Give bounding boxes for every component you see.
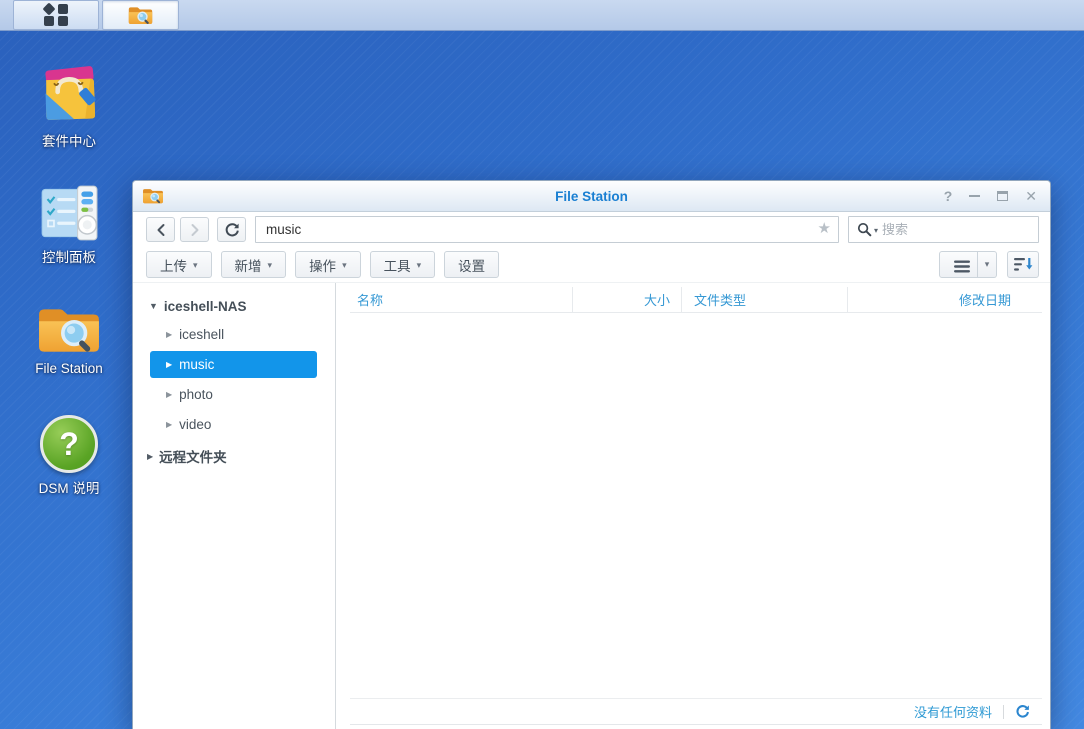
column-header-modified[interactable]: 修改日期 xyxy=(848,287,1042,312)
desktop-icon-label: 控制面板 xyxy=(19,246,119,266)
tree-item-music[interactable]: ▶ music xyxy=(150,351,317,378)
search-options-caret-icon[interactable]: ▾ xyxy=(874,226,878,235)
file-list-body xyxy=(350,313,1042,698)
desktop-icon-package-center[interactable]: 套件中心 xyxy=(19,60,119,150)
chevron-right-icon xyxy=(190,223,200,237)
file-station-icon xyxy=(127,5,154,26)
tree-item-video[interactable]: ▶ video xyxy=(150,411,317,438)
bookmark-star-icon[interactable]: ★ xyxy=(818,220,831,238)
view-mode-caret-button[interactable]: ▾ xyxy=(978,251,997,278)
refresh-icon xyxy=(1015,704,1030,719)
tree-item-remote-folders[interactable]: ▶ 远程文件夹 xyxy=(133,441,335,471)
bottom-padding xyxy=(350,725,1042,729)
column-header-type[interactable]: 文件类型 xyxy=(682,287,848,312)
navigation-bar: ★ ▾ xyxy=(133,212,1050,247)
upload-button[interactable]: 上传 ▾ xyxy=(146,251,212,278)
desktop-icon-label: 套件中心 xyxy=(19,130,119,150)
file-station-window: File Station ? ✕ xyxy=(132,180,1051,729)
tree-item-photo[interactable]: ▶ photo xyxy=(150,381,317,408)
tree-collapsed-icon[interactable]: ▶ xyxy=(147,452,153,461)
help-button[interactable]: ? xyxy=(944,188,953,204)
back-button[interactable] xyxy=(146,217,175,242)
list-view-button[interactable] xyxy=(939,251,978,278)
caret-down-icon: ▾ xyxy=(268,260,273,271)
refresh-icon xyxy=(224,222,240,238)
control-panel-icon xyxy=(19,176,119,242)
dsm-help-icon: ? xyxy=(19,407,119,473)
tree-item-iceshell[interactable]: ▶ iceshell xyxy=(150,321,317,348)
search-box[interactable]: ▾ xyxy=(848,216,1039,243)
tree-item-nas-root[interactable]: ▼ iceshell-NAS xyxy=(133,291,335,321)
main-menu-icon xyxy=(43,3,69,27)
toolbar: 上传 ▾ 新增 ▾ 操作 ▾ 工具 ▾ 设置 xyxy=(133,247,1050,283)
desktop-icon-dsm-help[interactable]: ? DSM 说明 xyxy=(19,407,119,497)
desktop-icon-control-panel[interactable]: 控制面板 xyxy=(19,176,119,266)
forward-button[interactable] xyxy=(180,217,209,242)
settings-button[interactable]: 设置 xyxy=(444,251,499,278)
minimize-button[interactable] xyxy=(969,195,980,197)
sort-icon xyxy=(1014,257,1033,272)
main-menu-button[interactable] xyxy=(13,0,99,30)
create-button[interactable]: 新增 ▾ xyxy=(221,251,287,278)
caret-down-icon: ▾ xyxy=(193,260,198,271)
tree-expanded-icon[interactable]: ▼ xyxy=(149,301,158,311)
chevron-left-icon xyxy=(156,223,166,237)
status-bar: 没有任何资料 xyxy=(350,698,1042,725)
empty-message: 没有任何资料 xyxy=(914,702,992,721)
status-divider xyxy=(1003,705,1004,719)
folder-tree-sidebar: ▼ iceshell-NAS ▶ iceshell ▶ music ▶ phot… xyxy=(133,283,336,729)
tree-collapsed-icon[interactable]: ▶ xyxy=(166,330,172,339)
table-header: 名称 大小 文件类型 修改日期 xyxy=(350,287,1042,313)
tools-button[interactable]: 工具 ▾ xyxy=(370,251,436,278)
caret-down-icon: ▾ xyxy=(985,259,990,270)
file-station-icon xyxy=(19,291,119,357)
desktop: 套件中心 控制面板 F xyxy=(0,0,1084,729)
tree-collapsed-icon[interactable]: ▶ xyxy=(166,420,172,429)
caret-down-icon: ▾ xyxy=(342,260,347,271)
view-mode-group: ▾ xyxy=(939,251,997,278)
window-titlebar[interactable]: File Station ? ✕ xyxy=(133,181,1050,212)
window-folder-icon xyxy=(142,187,164,205)
taskbar-file-station-button[interactable] xyxy=(102,0,179,30)
search-input[interactable] xyxy=(882,222,1032,237)
tree-collapsed-icon[interactable]: ▶ xyxy=(166,360,172,369)
taskbar xyxy=(0,0,1084,31)
file-list-area: 名称 大小 文件类型 修改日期 没有任何资料 xyxy=(336,283,1050,729)
desktop-icon-label: DSM 说明 xyxy=(19,477,119,497)
window-title: File Station xyxy=(133,181,1050,211)
address-bar: ★ xyxy=(255,216,839,243)
close-button[interactable]: ✕ xyxy=(1025,188,1037,205)
package-center-icon xyxy=(19,60,119,126)
desktop-icon-label: File Station xyxy=(19,361,119,376)
tree-collapsed-icon[interactable]: ▶ xyxy=(166,390,172,399)
maximize-button[interactable] xyxy=(997,191,1008,201)
search-icon xyxy=(857,222,872,237)
window-content: ▼ iceshell-NAS ▶ iceshell ▶ music ▶ phot… xyxy=(133,283,1050,729)
desktop-icon-file-station[interactable]: File Station xyxy=(19,291,119,376)
sort-button[interactable] xyxy=(1007,251,1039,278)
action-button[interactable]: 操作 ▾ xyxy=(295,251,361,278)
status-refresh-button[interactable] xyxy=(1015,704,1030,719)
column-header-size[interactable]: 大小 xyxy=(573,287,682,312)
caret-down-icon: ▾ xyxy=(417,260,422,271)
refresh-button[interactable] xyxy=(217,217,246,242)
column-header-name[interactable]: 名称 xyxy=(350,287,573,312)
list-view-icon xyxy=(954,260,970,273)
address-input[interactable] xyxy=(255,216,839,243)
